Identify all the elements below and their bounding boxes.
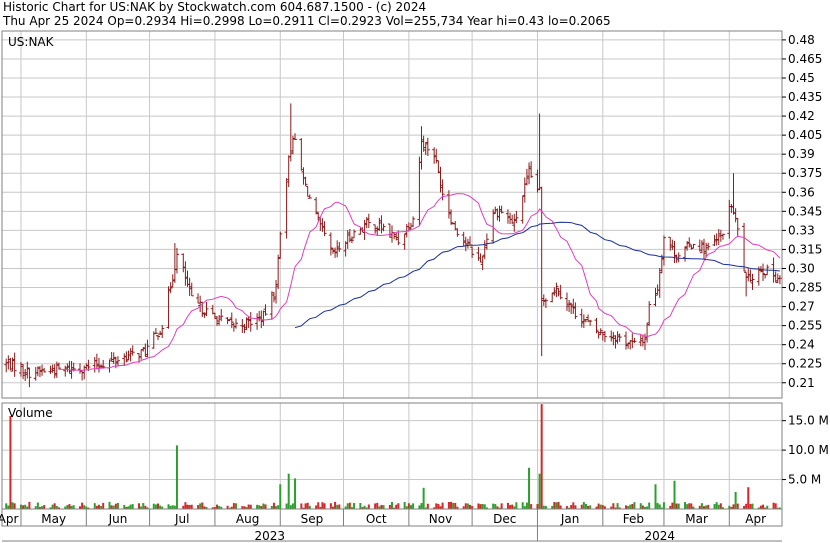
volume-panel-frame: [1, 402, 783, 510]
stock-chart: 0.21 0.225 0.24 0.255 0.27 0.285 0.30 0.315 0.33…: [0, 30, 829, 543]
price-tick-label: 0.345: [788, 204, 822, 218]
price-tick-label: 0.24: [788, 338, 815, 352]
price-tick-label: 0.48: [788, 33, 815, 47]
price-tick-label: 0.435: [788, 90, 822, 104]
volume-title: Volume: [8, 406, 53, 420]
month-label: Jul: [174, 512, 189, 526]
month-label: May: [41, 512, 66, 526]
volume-tick-label: 15.0 M: [788, 414, 829, 428]
volume-grid: [2, 403, 782, 509]
price-tick-label: 0.405: [788, 128, 822, 142]
month-label: Dec: [493, 512, 516, 526]
price-tick-label: 0.33: [788, 223, 815, 237]
price-tick-label: 0.285: [788, 281, 822, 295]
price-tick-label: 0.27: [788, 300, 815, 314]
axes: [1, 30, 786, 542]
month-label: Jun: [108, 512, 128, 526]
price-tick-label: 0.465: [788, 52, 822, 66]
price-tick-label: 0.36: [788, 185, 815, 199]
price-tick-label: 0.225: [788, 357, 822, 371]
price-tick-label: 0.30: [788, 261, 815, 275]
month-label: Sep: [301, 512, 324, 526]
month-label: Apr: [745, 512, 766, 526]
month-label: Aug: [236, 512, 259, 526]
volume-tick-label: 5.0 M: [788, 473, 821, 487]
price-tick-label: 0.375: [788, 166, 822, 180]
month-label: Mar: [685, 512, 708, 526]
year-label: 2024: [644, 529, 675, 543]
month-label: Feb: [623, 512, 644, 526]
price-tick-label: 0.21: [788, 376, 815, 390]
month-label: Oct: [366, 512, 387, 526]
price-tick-label: 0.255: [788, 319, 822, 333]
price-tick-label: 0.45: [788, 71, 815, 85]
price-tick-label: 0.315: [788, 242, 822, 256]
month-label: Jan: [560, 512, 580, 526]
price-panel-frame: [1, 30, 783, 399]
month-label: Apr: [0, 512, 18, 526]
price-tick-label: 0.42: [788, 109, 815, 123]
price-tick-label: 0.39: [788, 147, 815, 161]
year-label: 2023: [254, 529, 285, 543]
month-label: Nov: [429, 512, 452, 526]
symbol-label: US:NAK: [8, 35, 55, 49]
volume-tick-label: 10.0 M: [788, 443, 829, 457]
price-grid: [2, 31, 782, 398]
